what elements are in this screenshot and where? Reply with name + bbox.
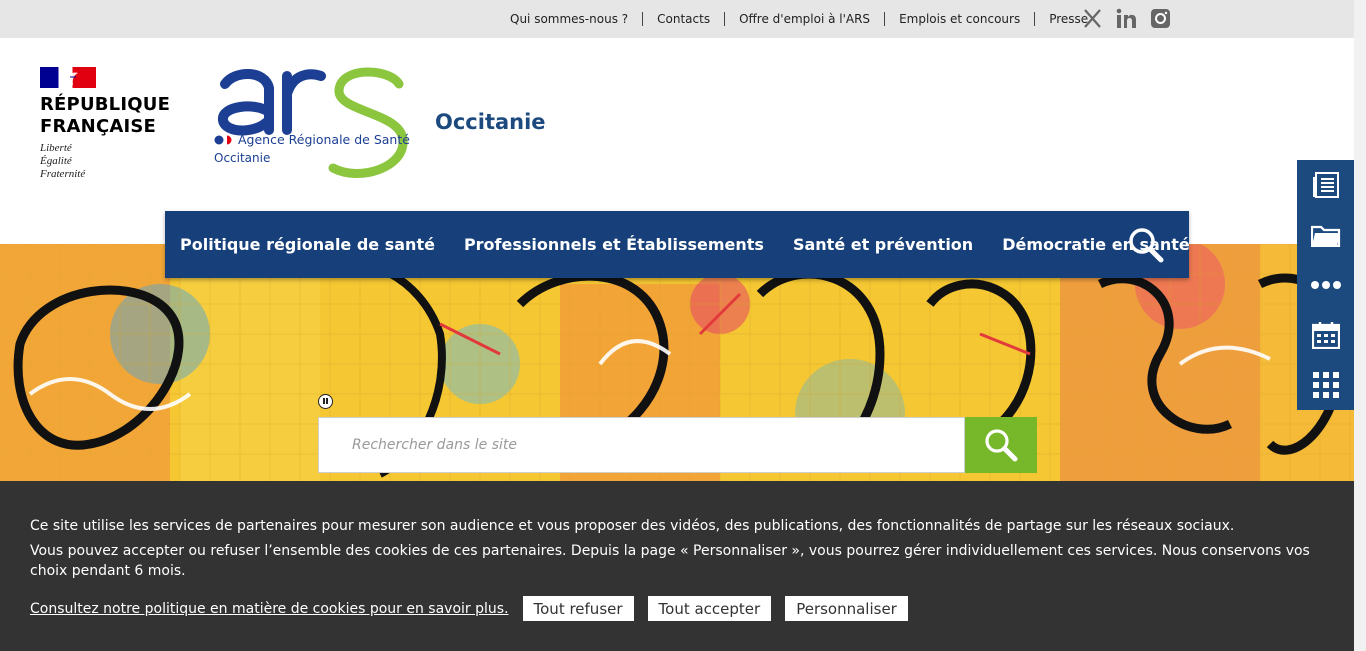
rf-motto: Liberté Égalité Fraternité [40,142,86,180]
top-links: Qui sommes-nous ? Contacts Offre d'emplo… [496,12,1102,26]
ars-logo-subtitle: Agence Régionale de Santé [238,132,410,147]
ars-logo-region: Occitanie [214,151,270,165]
x-icon[interactable] [1082,8,1103,29]
cookie-policy-link[interactable]: Consultez notre politique en matière de … [30,599,509,619]
customize-button[interactable]: Personnaliser [785,596,908,621]
search-icon [985,429,1018,462]
marianne-flag-icon [40,67,96,88]
social-links [1082,8,1171,29]
nav-sante-prevention[interactable]: Santé et prévention [793,235,973,254]
accept-all-button[interactable]: Tout accepter [647,596,772,621]
link-emplois-concours[interactable]: Emplois et concours [885,12,1036,26]
search-icon[interactable] [1127,226,1165,264]
grid-apps-icon[interactable] [1297,360,1354,410]
nav-politique-regionale[interactable]: Politique régionale de santé [180,235,435,254]
carousel-pause-icon[interactable] [318,394,333,409]
republique-francaise-logo[interactable]: RÉPUBLIQUE FRANÇAISE Liberté Égalité Fra… [40,67,180,181]
main-navigation: Politique régionale de santé Professionn… [165,211,1190,278]
refuse-all-button[interactable]: Tout refuser [522,596,634,621]
more-dots-icon[interactable] [1297,260,1354,310]
link-contacts[interactable]: Contacts [643,12,726,26]
cookie-actions: Consultez notre politique en matière de … [30,596,913,621]
rf-name: RÉPUBLIQUE FRANÇAISE [40,94,171,137]
region-title: Occitanie [435,110,546,134]
link-offre-emploi[interactable]: Offre d'emploi à l'ARS [725,12,886,26]
site-search-input[interactable] [318,417,965,473]
calendar-icon[interactable] [1297,310,1354,360]
cookie-banner: Ce site utilise les services de partenai… [0,481,1354,651]
folder-icon[interactable] [1297,210,1354,260]
top-utility-bar: Qui sommes-nous ? Contacts Offre d'emplo… [0,0,1354,38]
ars-logo[interactable]: Agence Régionale de Santé Occitanie [213,64,413,184]
linkedin-icon[interactable] [1116,8,1137,29]
cookie-text-1: Ce site utilise les services de partenai… [30,518,1235,534]
site-search-button[interactable] [965,417,1037,473]
instagram-icon[interactable] [1150,8,1171,29]
document-list-icon[interactable] [1297,160,1354,210]
link-qui-sommes-nous[interactable]: Qui sommes-nous ? [496,12,644,26]
side-tools-panel [1297,160,1354,410]
nav-professionnels-etablissements[interactable]: Professionnels et Établissements [464,235,764,254]
cookie-text-2: Vous pouvez accepter ou refuser l’ensemb… [30,543,1310,579]
page-scrollbar[interactable] [1354,0,1366,651]
